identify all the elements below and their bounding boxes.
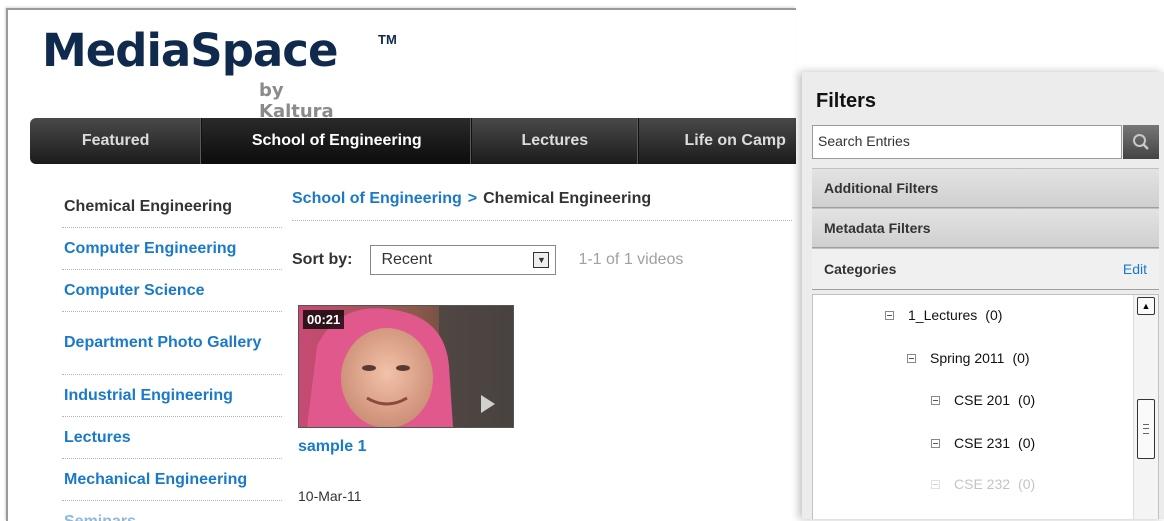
- grip-icon: [1143, 424, 1149, 434]
- collapse-icon[interactable]: [931, 479, 940, 489]
- collapse-icon[interactable]: [907, 353, 916, 363]
- metadata-filters-label: Metadata Filters: [824, 220, 931, 236]
- tree-item-label: CSE 231: [954, 435, 1011, 451]
- tree-item-count: (0): [1018, 435, 1036, 451]
- edit-categories-link[interactable]: Edit: [1123, 261, 1147, 277]
- breadcrumb-parent-link[interactable]: School of Engineering: [292, 190, 462, 207]
- tree-item-label: Spring 2011: [930, 350, 1005, 366]
- tree-item-count: (0): [1012, 350, 1030, 366]
- sidebar-item-computer-engineering[interactable]: Computer Engineering: [62, 228, 282, 270]
- nav-tab-featured[interactable]: Featured: [30, 118, 203, 164]
- additional-filters-header[interactable]: Additional Filters: [812, 168, 1159, 208]
- search-icon: [1133, 134, 1149, 150]
- breadcrumb-separator: >: [467, 190, 478, 207]
- sort-selected-value: Recent: [381, 251, 433, 268]
- tree-item-count: (0): [1018, 392, 1036, 408]
- tree-item-count: (0): [985, 307, 1003, 323]
- sort-select[interactable]: Recent ▼: [370, 245, 557, 275]
- categories-label: Categories: [824, 261, 897, 277]
- tree-item-cse-232[interactable]: CSE 232 (0): [931, 476, 1035, 492]
- tree-item-label: CSE 201: [954, 392, 1011, 408]
- logo-subtitle: by Kaltura: [259, 80, 334, 122]
- filters-accordion: Additional Filters Metadata Filters Cate…: [812, 168, 1159, 290]
- sort-label: Sort by:: [292, 251, 353, 268]
- category-sidebar: Chemical Engineering Computer Engineerin…: [62, 186, 282, 521]
- video-duration-badge: 00:21: [303, 310, 345, 329]
- breadcrumb-current: Chemical Engineering: [483, 190, 652, 207]
- filters-title: Filters: [816, 90, 877, 112]
- filters-panel: Filters Search Entries Additional Filter…: [802, 72, 1164, 519]
- tree-item-1-lectures[interactable]: 1_Lectures (0): [885, 307, 1002, 323]
- sidebar-item-seminars[interactable]: Seminars: [62, 501, 282, 521]
- collapse-icon[interactable]: [885, 310, 894, 320]
- mediaspace-page: MediaSpace TM by Kaltura Featured School…: [6, 8, 796, 521]
- sidebar-item-department-photo-gallery[interactable]: Department Photo Gallery: [62, 312, 282, 375]
- chevron-up-icon[interactable]: ▲: [1137, 297, 1155, 315]
- tree-item-label: 1_Lectures: [908, 307, 978, 323]
- video-date: 10-Mar-11: [298, 488, 362, 504]
- sort-row: Sort by: Recent ▼ 1-1 of 1 videos: [292, 243, 683, 277]
- categories-header[interactable]: Categories Edit: [812, 248, 1159, 290]
- tree-item-cse-231[interactable]: CSE 231 (0): [931, 435, 1035, 451]
- nav-tab-school-of-engineering[interactable]: School of Engineering: [202, 118, 473, 164]
- breadcrumb: School of Engineering > Chemical Engineeri…: [292, 186, 792, 221]
- chevron-down-icon[interactable]: ▼: [533, 252, 550, 268]
- search-button[interactable]: [1123, 125, 1159, 159]
- sidebar-item-lectures[interactable]: Lectures: [62, 417, 282, 459]
- collapse-icon[interactable]: [931, 395, 940, 405]
- additional-filters-label: Additional Filters: [824, 180, 939, 196]
- tree-scrollbar[interactable]: ▲: [1133, 295, 1158, 519]
- video-title-link[interactable]: sample 1: [298, 438, 366, 456]
- logo[interactable]: MediaSpace TM by Kaltura: [42, 24, 397, 122]
- category-tree: 1_Lectures (0) Spring 2011 (0) CSE 201 (…: [812, 294, 1159, 519]
- sidebar-item-mechanical-engineering[interactable]: Mechanical Engineering: [62, 459, 282, 501]
- main-content: School of Engineering > Chemical Engineeri…: [292, 186, 792, 504]
- tree-item-cse-201[interactable]: CSE 201 (0): [931, 392, 1035, 408]
- metadata-filters-header[interactable]: Metadata Filters: [812, 208, 1159, 248]
- sidebar-item-industrial-engineering[interactable]: Industrial Engineering: [62, 375, 282, 417]
- logo-trademark: TM: [378, 32, 397, 47]
- sidebar-item-chemical-engineering[interactable]: Chemical Engineering: [62, 186, 282, 228]
- search-entries-input[interactable]: Search Entries: [812, 125, 1122, 159]
- tree-item-spring-2011[interactable]: Spring 2011 (0): [907, 350, 1030, 366]
- collapse-icon[interactable]: [931, 438, 940, 448]
- video-thumbnail[interactable]: 00:21: [298, 305, 514, 428]
- main-nav: Featured School of Engineering Lectures …: [30, 118, 796, 164]
- sidebar-item-computer-science[interactable]: Computer Science: [62, 270, 282, 312]
- tree-item-count: (0): [1018, 476, 1036, 492]
- nav-tab-lectures[interactable]: Lectures: [472, 118, 639, 164]
- tree-item-label: CSE 232: [954, 476, 1011, 492]
- results-count: 1-1 of 1 videos: [578, 251, 684, 268]
- play-icon[interactable]: [481, 395, 495, 413]
- logo-main-text: MediaSpace: [42, 24, 338, 77]
- nav-tab-life-on-campus[interactable]: Life on Camp: [639, 118, 796, 164]
- scrollbar-thumb[interactable]: [1137, 399, 1155, 459]
